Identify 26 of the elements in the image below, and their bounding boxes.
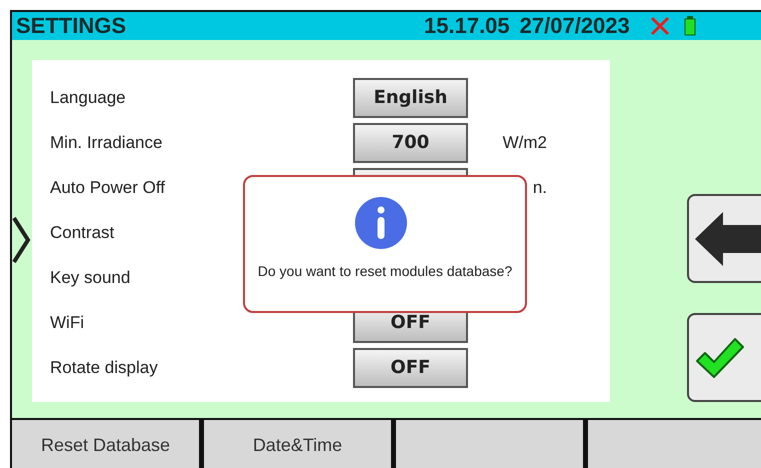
cross-icon — [650, 16, 670, 36]
chevron-icon[interactable] — [10, 215, 32, 265]
setting-label: WiFi — [50, 312, 84, 332]
setting-label: Key sound — [50, 268, 130, 286]
unit-label: n. — [532, 178, 547, 198]
info-icon — [355, 197, 407, 249]
setting-label: Rotate display — [50, 358, 158, 376]
clock-time: 15.17.05 — [424, 13, 510, 39]
checkmark-icon — [695, 336, 745, 378]
screen-title: SETTINGS — [16, 13, 126, 39]
softkey-button[interactable]: Reset Database — [12, 420, 199, 468]
dialog-message: Do you want to reset modules database? — [258, 263, 512, 279]
setting-label: Contrast — [50, 222, 114, 242]
softkey-button[interactable]: Date&Time — [204, 420, 391, 468]
value-button[interactable]: English — [353, 78, 468, 118]
battery-icon — [684, 16, 696, 36]
left-arrow-icon — [695, 212, 761, 266]
confirm-button[interactable] — [687, 313, 761, 402]
unit-label: W/m2 — [502, 132, 547, 152]
value-button[interactable]: 700 — [353, 122, 468, 162]
setting-label: Auto Power Off — [50, 178, 165, 196]
setting-label: Language — [50, 88, 126, 106]
back-button[interactable] — [687, 194, 761, 283]
value-button[interactable]: OFF — [353, 348, 468, 388]
setting-label: Min. Irradiance — [50, 132, 162, 152]
clock-date: 27/07/2023 — [520, 13, 630, 39]
